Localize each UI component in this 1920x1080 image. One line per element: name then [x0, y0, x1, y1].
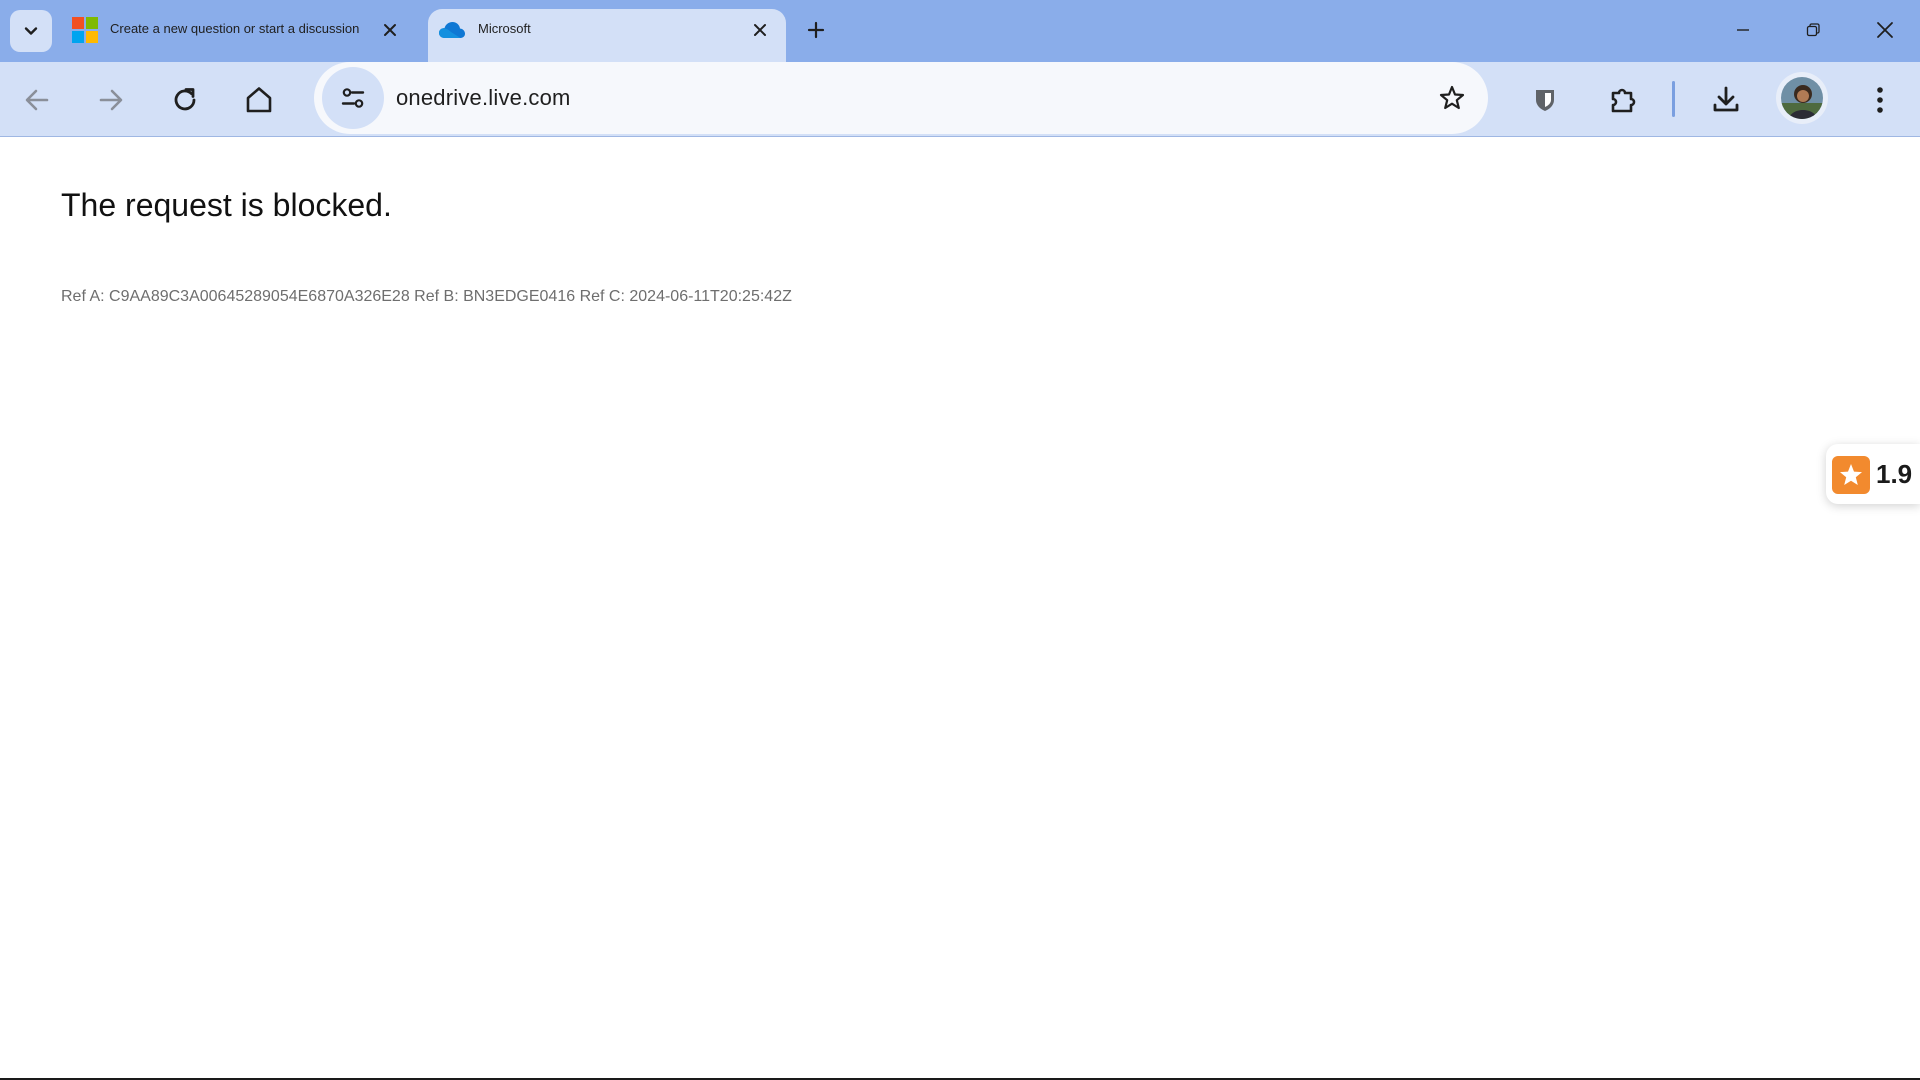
forward-button[interactable]	[88, 77, 134, 123]
browser-menu-button[interactable]	[1857, 77, 1903, 123]
avatar	[1781, 77, 1823, 119]
arrow-right-icon	[99, 89, 123, 111]
tab-strip: Create a new question or start a discuss…	[0, 0, 1920, 62]
toolbar-divider	[1672, 81, 1675, 117]
reference-ids: Ref A: C9AA89C3A00645289054E6870A326E28 …	[61, 288, 792, 305]
tune-icon	[341, 88, 365, 108]
page-heading: The request is blocked.	[61, 187, 392, 223]
tab-title: Create a new question or start a discuss…	[110, 21, 360, 36]
microsoft-logo-icon	[72, 17, 98, 43]
tab-search-button[interactable]	[10, 10, 52, 52]
home-button[interactable]	[236, 77, 282, 123]
reload-icon	[174, 88, 196, 111]
page-content: The request is blocked. Ref A: C9AA89C3A…	[0, 137, 1920, 1078]
tab-create-question[interactable]: Create a new question or start a discuss…	[60, 9, 416, 62]
back-button[interactable]	[14, 77, 60, 123]
profile-photo-icon	[1781, 77, 1823, 119]
arrow-left-icon	[25, 89, 49, 111]
restore-icon	[1806, 23, 1820, 37]
extensions-button[interactable]	[1600, 77, 1646, 123]
tab-close-button[interactable]	[748, 18, 772, 42]
reload-button[interactable]	[162, 77, 208, 123]
tab-title: Microsoft	[478, 21, 531, 36]
rating-widget[interactable]: 1.9	[1826, 444, 1920, 504]
downloads-button[interactable]	[1703, 77, 1749, 123]
star-icon	[1832, 456, 1870, 494]
close-window-button[interactable]	[1862, 12, 1908, 48]
close-icon	[754, 24, 766, 36]
site-info-button[interactable]	[322, 67, 384, 129]
onedrive-cloud-icon	[439, 22, 465, 38]
shield-icon	[1536, 90, 1554, 111]
address-bar[interactable]: onedrive.live.com	[314, 62, 1488, 134]
url-text[interactable]: onedrive.live.com	[396, 85, 571, 111]
minimize-icon	[1737, 29, 1749, 31]
more-vertical-icon	[1877, 87, 1883, 113]
new-tab-button[interactable]	[800, 14, 832, 46]
minimize-button[interactable]	[1720, 12, 1766, 48]
password-manager-extension-button[interactable]	[1522, 77, 1568, 123]
tab-close-button[interactable]	[378, 18, 402, 42]
close-icon	[384, 24, 396, 36]
chevron-down-icon	[24, 27, 38, 35]
profile-avatar-button[interactable]	[1776, 72, 1828, 124]
tab-microsoft[interactable]: Microsoft	[428, 9, 786, 62]
home-icon	[246, 87, 272, 113]
download-icon	[1713, 86, 1739, 112]
browser-toolbar: onedrive.live.com	[0, 62, 1920, 137]
close-icon	[1877, 22, 1893, 38]
plus-icon	[807, 21, 825, 39]
puzzle-icon	[1611, 88, 1636, 113]
bookmark-button[interactable]	[1438, 84, 1466, 112]
rating-value: 1.9	[1876, 459, 1913, 489]
restore-button[interactable]	[1790, 12, 1836, 48]
star-outline-icon	[1439, 85, 1465, 110]
